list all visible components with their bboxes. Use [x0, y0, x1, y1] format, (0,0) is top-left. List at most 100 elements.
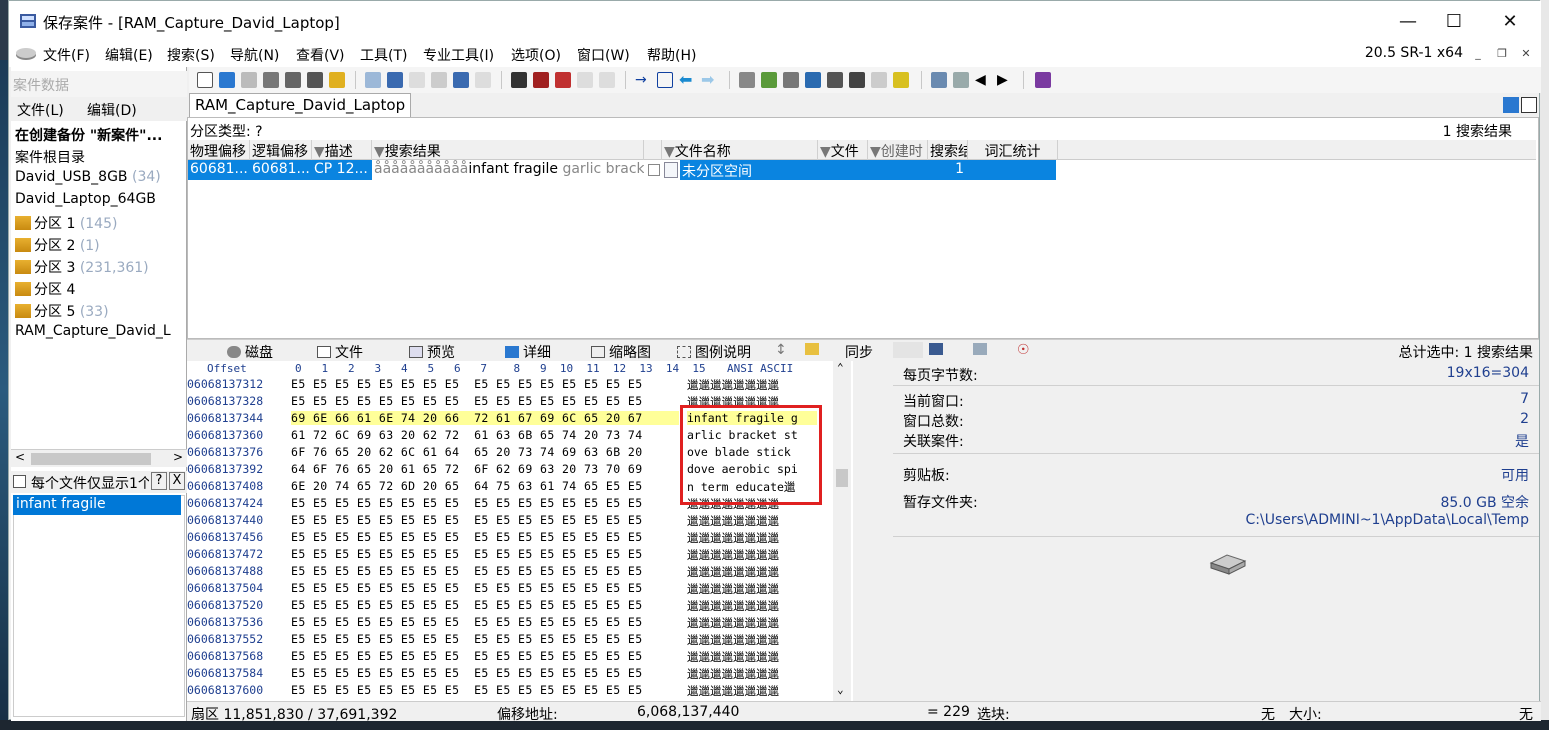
menu-help[interactable]: 帮助(H) [647, 45, 696, 65]
hex-ascii[interactable]: 邋邋邋邋邋邋邋邋 [687, 666, 817, 682]
menu-navigate[interactable]: 导航(N) [230, 45, 279, 65]
hex-ascii[interactable]: 邋邋邋邋邋邋邋邋 [687, 530, 817, 546]
open-disk-icon[interactable] [739, 72, 755, 88]
case-menu-edit[interactable]: 编辑(D) [87, 100, 137, 120]
next-icon[interactable]: ▶ [997, 72, 1013, 88]
sort-icon[interactable]: ↕ [775, 342, 787, 358]
hex-ascii[interactable]: 邋邋邋邋邋邋邋邋 [687, 547, 817, 563]
tree-item-partition-1[interactable]: 分区 1 (145) [15, 213, 117, 233]
hex-ascii[interactable]: 邋邋邋邋邋邋邋邋 [687, 513, 817, 529]
print-icon[interactable] [263, 72, 279, 88]
plugin-icon[interactable] [893, 72, 909, 88]
one-hit-per-file-checkbox[interactable] [13, 475, 26, 488]
close-button[interactable]: ✕ [1487, 9, 1533, 35]
hex-row[interactable]: 06068137600 E5 E5 E5 E5 E5 E5 E5 E5 E5 E5… [187, 683, 833, 700]
hex-row[interactable]: 06068137536 E5 E5 E5 E5 E5 E5 E5 E5 E5 E5… [187, 615, 833, 632]
tree-item-partition-2[interactable]: 分区 2 (1) [15, 235, 100, 255]
hex-ascii[interactable]: 邋邋邋邋邋邋邋邋 [687, 615, 817, 631]
clipboard-icon[interactable] [307, 72, 323, 88]
hex-bytes[interactable]: E5 E5 E5 E5 E5 E5 E5 E5 E5 E5 E5 E5 E5 E… [291, 496, 679, 510]
menu-options[interactable]: 选项(O) [511, 45, 561, 65]
undo-icon[interactable] [365, 72, 381, 88]
hex-search-icon[interactable] [555, 72, 571, 88]
copy-block-icon[interactable] [453, 72, 469, 88]
tab-thumbnails[interactable]: 缩略图 [591, 342, 651, 362]
tree-item-creating-backup[interactable]: 在创建备份 "新案件"... [15, 125, 162, 145]
back-arrow-icon[interactable]: ⬅ [679, 72, 695, 88]
hex-bytes[interactable]: E5 E5 E5 E5 E5 E5 E5 E5 E5 E5 E5 E5 E5 E… [291, 564, 679, 578]
grid-icon[interactable] [931, 72, 947, 88]
col-search-hit[interactable]: ▼搜索结果 [372, 140, 644, 160]
forward-arrow-icon[interactable]: ➡ [701, 72, 717, 88]
menu-search[interactable]: 搜索(S) [167, 45, 215, 65]
scroll-right-icon[interactable]: > [173, 450, 183, 464]
paste-icon[interactable] [409, 72, 425, 88]
hex-bytes[interactable]: E5 E5 E5 E5 E5 E5 E5 E5 E5 E5 E5 E5 E5 E… [291, 683, 679, 697]
sync-dropdown[interactable] [893, 342, 923, 358]
disk-menu-icon[interactable] [15, 46, 37, 62]
sync-button[interactable]: 同步 [845, 342, 873, 362]
tab-preview[interactable]: 预览 [409, 342, 455, 362]
table-icon[interactable] [953, 72, 969, 88]
hex-row[interactable]: 06068137312 E5 E5 E5 E5 E5 E5 E5 E5 E5 E5… [187, 377, 833, 394]
col-description[interactable]: ▼描述 [312, 140, 372, 160]
hex-bytes[interactable]: E5 E5 E5 E5 E5 E5 E5 E5 E5 E5 E5 E5 E5 E… [291, 377, 679, 391]
col-hits[interactable]: 搜索结 [928, 140, 968, 160]
paste-special-icon[interactable] [431, 72, 447, 88]
tab-ram-capture[interactable]: RAM_Capture_David_Laptop [189, 93, 411, 117]
hex-row[interactable]: 06068137488 E5 E5 E5 E5 E5 E5 E5 E5 E5 E5… [187, 564, 833, 581]
hex-bytes[interactable]: E5 E5 E5 E5 E5 E5 E5 E5 E5 E5 E5 E5 E5 E… [291, 666, 679, 680]
hex-row[interactable]: 06068137456 E5 E5 E5 E5 E5 E5 E5 E5 E5 E5… [187, 530, 833, 547]
hex-row[interactable]: 06068137472 E5 E5 E5 E5 E5 E5 E5 E5 E5 E5… [187, 547, 833, 564]
tree-item-laptop[interactable]: David_Laptop_64GB [15, 191, 156, 207]
find-hex-icon[interactable] [533, 72, 549, 88]
hex-bytes[interactable]: E5 E5 E5 E5 E5 E5 E5 E5 E5 E5 E5 E5 E5 E… [291, 649, 679, 663]
ram-icon[interactable] [783, 72, 799, 88]
target-icon[interactable]: ☉ [1017, 342, 1030, 358]
col-created[interactable]: ▼创建时 [868, 140, 928, 160]
properties-icon[interactable] [285, 72, 301, 88]
col-lexicon[interactable]: 词汇统计 [968, 140, 1058, 160]
goto-sector-icon[interactable] [657, 72, 673, 88]
magnifier-icon[interactable] [827, 72, 843, 88]
maximize-button[interactable]: ☐ [1431, 9, 1477, 35]
table-row[interactable]: 60681... 60681... CP 12... åååååååååååin… [188, 160, 1536, 180]
scroll-thumb[interactable] [31, 453, 151, 465]
menu-pro-tools[interactable]: 专业工具(I) [423, 45, 494, 65]
search-term-item[interactable]: infant fragile [13, 495, 181, 515]
hex-row[interactable]: 06068137584 E5 E5 E5 E5 E5 E5 E5 E5 E5 E5… [187, 666, 833, 683]
hex-bytes[interactable]: E5 E5 E5 E5 E5 E5 E5 E5 E5 E5 E5 E5 E5 E… [291, 581, 679, 595]
minimize-button[interactable]: — [1385, 9, 1431, 35]
calculator-icon[interactable] [805, 72, 821, 88]
hex-bytes[interactable]: E5 E5 E5 E5 E5 E5 E5 E5 E5 E5 E5 E5 E5 E… [291, 615, 679, 629]
search-view-icon[interactable] [929, 342, 947, 358]
col-checkbox[interactable] [644, 140, 662, 160]
case-icon[interactable] [1035, 72, 1051, 88]
scroll-thumb[interactable] [836, 469, 848, 487]
col-physical-offset[interactable]: 物理偏移 [188, 140, 250, 160]
folder-sync-icon[interactable] [805, 342, 823, 358]
binary-icon[interactable] [475, 72, 491, 88]
menu-tools[interactable]: 工具(T) [360, 45, 407, 65]
row-checkbox[interactable] [648, 164, 660, 176]
hex-row[interactable]: 06068137568 E5 E5 E5 E5 E5 E5 E5 E5 E5 E5… [187, 649, 833, 666]
menu-view[interactable]: 查看(V) [296, 45, 345, 65]
temp-folder-path[interactable]: C:\Users\ADMINI~1\AppData\Local\Temp [1246, 512, 1529, 528]
replace-text-icon[interactable] [577, 72, 593, 88]
hex-bytes[interactable]: 6F 76 65 20 62 6C 61 64 65 20 73 74 69 6… [291, 445, 679, 459]
chart-icon[interactable] [871, 72, 887, 88]
hex-bytes[interactable]: 6E 20 74 65 72 6D 20 65 64 75 63 61 74 6… [291, 479, 679, 493]
tab-legend[interactable]: 图例说明 [677, 342, 751, 362]
open-icon[interactable] [219, 72, 235, 88]
add-disk-icon[interactable] [761, 72, 777, 88]
hex-bytes[interactable]: 69 6E 66 61 6E 74 20 66 72 61 67 69 6C 6… [291, 411, 679, 425]
tab-menu-icon[interactable] [1521, 97, 1537, 113]
new-icon[interactable] [197, 72, 213, 88]
case-menu-file[interactable]: 文件(L) [17, 100, 64, 120]
hex-ascii[interactable]: 邋邋邋邋邋邋邋邋 [687, 632, 817, 648]
prev-icon[interactable]: ◀ [975, 72, 991, 88]
tree-horizontal-scrollbar[interactable]: < > [11, 449, 187, 467]
col-filename[interactable]: ▼文件名称 [662, 140, 818, 160]
hex-ascii[interactable]: 邋邋邋邋邋邋邋邋 [687, 377, 817, 393]
hex-bytes[interactable]: 61 72 6C 69 63 20 62 72 61 63 6B 65 74 2… [291, 428, 679, 442]
